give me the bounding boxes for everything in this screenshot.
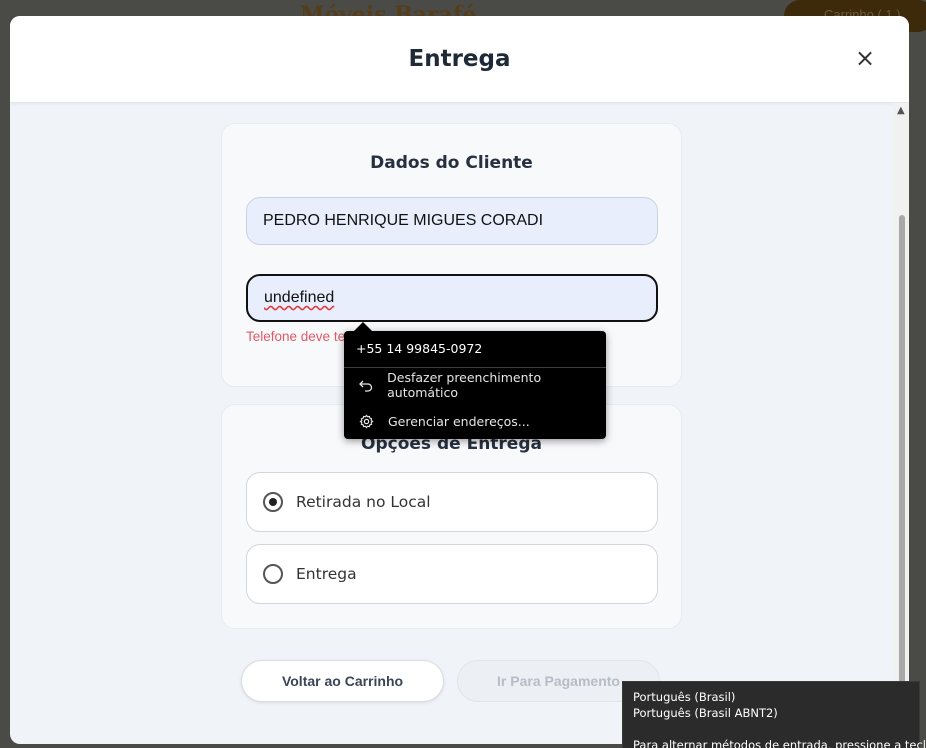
input-method-tooltip: Português (Brasil) Português (Brasil ABN… [622, 681, 926, 748]
autofill-divider [344, 367, 606, 368]
phone-input[interactable]: undefined [246, 274, 658, 322]
autofill-manage-label: Gerenciar endereços... [388, 413, 530, 429]
radio-option-delivery[interactable]: Entrega [246, 544, 658, 604]
autofill-popup: +55 14 99845-0972 Desfazer preenchimento… [344, 331, 606, 439]
modal-header: Entrega × [10, 16, 909, 103]
close-icon[interactable]: × [854, 46, 876, 70]
name-input[interactable]: PEDRO HENRIQUE MIGUES CORADI [246, 197, 658, 245]
back-to-cart-button[interactable]: Voltar ao Carrinho [241, 660, 444, 702]
scroll-up-arrow-icon[interactable]: ▲ [897, 105, 905, 116]
ime-line-2: Português (Brasil ABNT2) [633, 706, 778, 720]
autofill-manage-item[interactable]: Gerenciar endereços... [356, 411, 530, 431]
undo-icon [356, 378, 375, 392]
radio-option-label: Entrega [296, 565, 357, 583]
client-section-title: Dados do Cliente [370, 153, 533, 173]
autofill-suggestion[interactable]: +55 14 99845-0972 [356, 341, 482, 356]
gear-icon [356, 414, 376, 429]
autofill-undo-item[interactable]: Desfazer preenchimento automático [356, 370, 606, 400]
scrollbar-thumb[interactable] [899, 215, 905, 735]
phone-input-value: undefined [264, 289, 335, 306]
ime-hint: Para alternar métodos de entrada, pressi… [633, 738, 926, 748]
radio-option-label: Retirada no Local [296, 493, 431, 511]
modal-title: Entrega [408, 46, 511, 72]
modal-scrollbar[interactable]: ▲ [894, 103, 909, 744]
radio-unchecked-icon [263, 564, 283, 584]
radio-checked-icon [263, 492, 283, 512]
name-input-value: PEDRO HENRIQUE MIGUES CORADI [263, 212, 544, 229]
ime-line-1: Português (Brasil) [633, 690, 736, 704]
phone-error-message: Telefone deve te [246, 329, 346, 344]
radio-option-pickup[interactable]: Retirada no Local [246, 472, 658, 532]
autofill-undo-label: Desfazer preenchimento automático [387, 370, 542, 400]
